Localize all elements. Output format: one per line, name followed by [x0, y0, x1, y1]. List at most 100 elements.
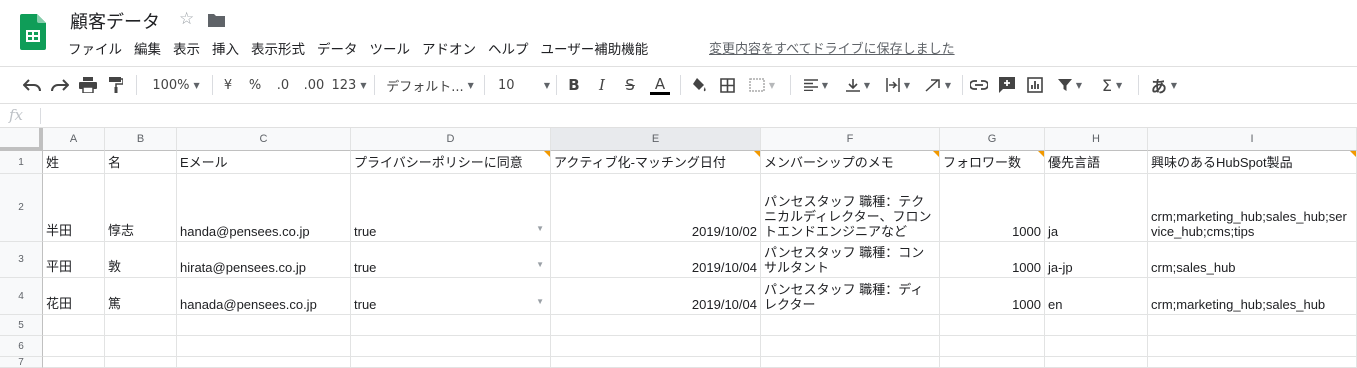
table-cell[interactable]	[551, 315, 761, 336]
select-all-corner[interactable]	[0, 128, 43, 151]
table-cell[interactable]: crm;sales_hub	[1148, 242, 1357, 278]
header-cell[interactable]: 優先言語	[1045, 151, 1148, 174]
folder-icon[interactable]	[208, 13, 225, 27]
column-header-f[interactable]: F	[761, 128, 940, 151]
undo-icon[interactable]	[20, 73, 44, 97]
column-header-c[interactable]: C	[177, 128, 351, 151]
table-cell[interactable]	[1045, 357, 1148, 368]
table-cell[interactable]: 2019/10/02	[551, 174, 761, 242]
font-select[interactable]: デフォルト... ▼	[382, 73, 478, 97]
formula-input[interactable]	[48, 107, 1338, 125]
row-header-4[interactable]: 4	[0, 278, 43, 315]
column-header-e[interactable]: E	[551, 128, 761, 151]
table-cell[interactable]	[940, 336, 1045, 357]
table-cell[interactable]: crm;marketing_hub;sales_hub	[1148, 278, 1357, 315]
row-header-6[interactable]: 6	[0, 336, 43, 357]
table-cell[interactable]: 1000	[940, 278, 1045, 315]
header-cell[interactable]: フォロワー数	[940, 151, 1045, 174]
table-cell[interactable]: 惇志	[105, 174, 177, 242]
increase-decimal-button[interactable]: .00	[300, 73, 328, 97]
filter-icon[interactable]: ▼	[1052, 73, 1088, 97]
table-cell[interactable]	[177, 357, 351, 368]
menu-data[interactable]: データ	[311, 38, 364, 58]
header-cell[interactable]: Eメール	[177, 151, 351, 174]
insert-link-icon[interactable]	[968, 73, 990, 97]
menu-view[interactable]: 表示	[167, 38, 206, 58]
table-cell[interactable]	[1148, 336, 1357, 357]
table-cell[interactable]: 2019/10/04	[551, 278, 761, 315]
menu-tools[interactable]: ツール	[364, 38, 417, 58]
print-icon[interactable]	[76, 73, 100, 97]
table-cell[interactable]	[761, 357, 940, 368]
table-cell[interactable]	[761, 315, 940, 336]
table-cell[interactable]	[551, 357, 761, 368]
table-cell[interactable]	[1045, 336, 1148, 357]
table-cell[interactable]	[177, 315, 351, 336]
table-cell[interactable]: hirata@pensees.co.jp	[177, 242, 351, 278]
decrease-decimal-button[interactable]: .0	[270, 73, 296, 97]
row-header-2[interactable]: 2	[0, 174, 43, 242]
document-title[interactable]: 顧客データ	[70, 8, 160, 34]
table-cell[interactable]: 2019/10/04	[551, 242, 761, 278]
dropdown-arrow-icon[interactable]: ▼	[536, 224, 544, 233]
functions-icon[interactable]: Σ ▼	[1094, 73, 1130, 97]
italic-button[interactable]: I	[592, 73, 612, 97]
table-cell[interactable]	[551, 336, 761, 357]
text-wrapping-icon[interactable]: ▼	[880, 73, 916, 97]
table-cell[interactable]: 敦	[105, 242, 177, 278]
table-cell[interactable]: 半田	[43, 174, 105, 242]
table-cell[interactable]: ja	[1045, 174, 1148, 242]
menu-addons[interactable]: アドオン	[416, 38, 482, 58]
bold-button[interactable]: B	[564, 73, 584, 97]
column-header-b[interactable]: B	[105, 128, 177, 151]
table-cell[interactable]	[105, 336, 177, 357]
menu-help[interactable]: ヘルプ	[482, 38, 535, 58]
table-cell[interactable]	[43, 315, 105, 336]
dropdown-arrow-icon[interactable]: ▼	[536, 297, 544, 306]
column-header-i[interactable]: I	[1148, 128, 1357, 151]
table-cell[interactable]: 1000	[940, 174, 1045, 242]
table-cell[interactable]: handa@pensees.co.jp	[177, 174, 351, 242]
table-cell[interactable]: true ▼	[351, 278, 551, 315]
table-cell[interactable]: crm;marketing_hub;sales_hub;service_hub;…	[1148, 174, 1357, 242]
row-header-1[interactable]: 1	[0, 151, 43, 174]
sheets-logo-icon[interactable]	[20, 14, 46, 50]
text-color-button[interactable]: A	[648, 73, 672, 97]
zoom-select[interactable]: 100% ▼	[146, 73, 206, 97]
table-cell[interactable]: en	[1045, 278, 1148, 315]
table-cell[interactable]	[1148, 357, 1357, 368]
table-cell[interactable]	[351, 336, 551, 357]
menu-format[interactable]: 表示形式	[245, 38, 311, 58]
save-status-link[interactable]: 変更内容をすべてドライブに保存しました	[709, 38, 955, 57]
insert-chart-icon[interactable]	[1024, 73, 1046, 97]
table-cell[interactable]	[1148, 315, 1357, 336]
font-size-select[interactable]: 10 ▼	[492, 73, 550, 97]
row-header-7[interactable]: 7	[0, 357, 43, 368]
header-cell[interactable]: メンバーシップのメモ	[761, 151, 940, 174]
row-header-3[interactable]: 3	[0, 242, 43, 278]
vertical-align-icon[interactable]: ▼	[840, 73, 876, 97]
column-header-d[interactable]: D	[351, 128, 551, 151]
header-cell[interactable]: プライバシーポリシーに同意	[351, 151, 551, 174]
table-cell[interactable]: パンセスタッフ 職種：テクニカルディレクター、フロントエンドエンジニアなど	[761, 174, 940, 242]
menu-file[interactable]: ファイル	[62, 38, 128, 58]
table-cell[interactable]: 平田	[43, 242, 105, 278]
currency-button[interactable]: ¥	[218, 73, 238, 97]
column-header-h[interactable]: H	[1045, 128, 1148, 151]
table-cell[interactable]	[1045, 315, 1148, 336]
table-cell[interactable]	[43, 357, 105, 368]
header-cell[interactable]: 姓	[43, 151, 105, 174]
menu-insert[interactable]: 挿入	[206, 38, 245, 58]
table-cell[interactable]: hanada@pensees.co.jp	[177, 278, 351, 315]
header-cell[interactable]: 名	[105, 151, 177, 174]
merge-cells-icon[interactable]: ▼	[744, 73, 780, 97]
header-cell[interactable]: 興味のあるHubSpot製品	[1148, 151, 1357, 174]
menu-edit[interactable]: 編集	[128, 38, 167, 58]
fill-color-icon[interactable]	[688, 73, 710, 97]
text-rotation-icon[interactable]: ▼	[920, 73, 956, 97]
table-cell[interactable]: true ▼	[351, 242, 551, 278]
insert-comment-icon[interactable]	[996, 73, 1018, 97]
table-cell[interactable]: 1000	[940, 242, 1045, 278]
row-header-5[interactable]: 5	[0, 315, 43, 336]
table-cell[interactable]	[105, 357, 177, 368]
